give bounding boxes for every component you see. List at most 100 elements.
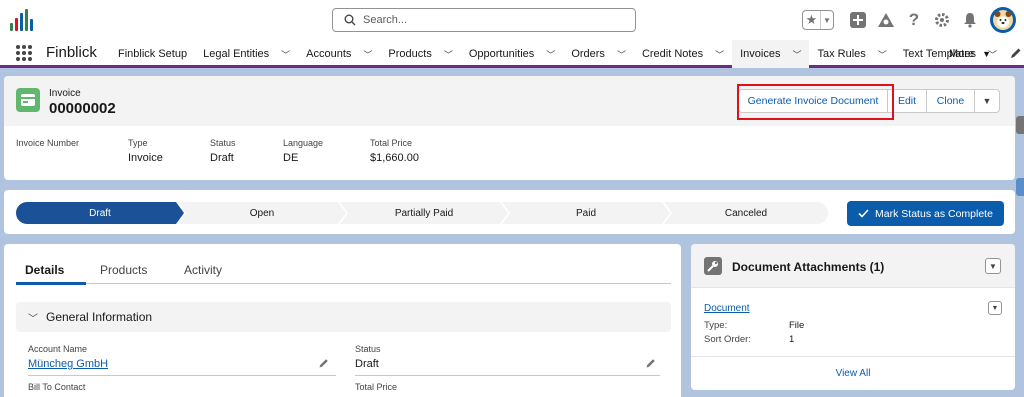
attachment-sort-row: Sort Order: 1 bbox=[704, 334, 794, 345]
account-name-link[interactable]: Müncheg GmbH bbox=[28, 358, 108, 370]
nav-item-finblick-setup[interactable]: Finblick Setup bbox=[110, 40, 195, 68]
card-header: Document Attachments (1) ▼ bbox=[691, 244, 1015, 288]
caret-down-icon: ▼ bbox=[989, 261, 997, 271]
nav-more-menu[interactable]: More ▼ bbox=[949, 40, 991, 68]
nav-item-invoices[interactable]: Invoices ﹀ bbox=[732, 40, 810, 68]
view-all-link[interactable]: View All bbox=[691, 356, 1015, 390]
divider bbox=[28, 375, 336, 376]
pencil-icon[interactable] bbox=[1010, 47, 1022, 59]
field-account-name: Account Name Müncheg GmbH bbox=[28, 344, 108, 370]
caret-down-icon: ▼ bbox=[982, 49, 991, 59]
nav-item-label: Invoices bbox=[740, 48, 781, 60]
chevron-down-icon[interactable]: ﹀ bbox=[444, 48, 453, 61]
tab-details[interactable]: Details bbox=[25, 263, 64, 277]
highlight-box bbox=[737, 84, 894, 120]
record-title: 00000002 bbox=[49, 100, 116, 117]
more-actions-button[interactable]: ▼ bbox=[974, 89, 1000, 113]
field-bill-to-contact: Bill To Contact bbox=[28, 382, 85, 392]
tab-products[interactable]: Products bbox=[100, 263, 147, 277]
active-tab-indicator bbox=[16, 282, 86, 285]
search-icon bbox=[344, 14, 356, 26]
path-step-label: Paid bbox=[575, 207, 596, 219]
avatar[interactable] bbox=[990, 7, 1016, 33]
utility-tab[interactable] bbox=[1016, 178, 1024, 196]
attachment-link[interactable]: Document bbox=[704, 303, 750, 314]
nav-item-legal-entities[interactable]: Legal Entities ﹀ bbox=[195, 40, 298, 68]
utility-tab[interactable] bbox=[1016, 116, 1024, 134]
help-icon[interactable]: ? bbox=[902, 8, 926, 32]
caret-down-icon: ▼ bbox=[991, 304, 999, 312]
nav-more-label: More bbox=[949, 48, 975, 60]
highlight-invoice-number: Invoice Number bbox=[16, 138, 79, 152]
section-title: General Information bbox=[46, 310, 153, 324]
path-step-label: Draft bbox=[89, 207, 111, 219]
caret-down-icon: ▼ bbox=[982, 96, 992, 106]
field-label: Type: bbox=[704, 320, 728, 331]
clone-button[interactable]: Clone bbox=[926, 89, 975, 113]
record-title-bar: Invoice 00000002 Generate Invoice Docume… bbox=[4, 76, 1015, 126]
gear-icon[interactable] bbox=[930, 8, 954, 32]
chevron-down-icon[interactable]: ﹀ bbox=[546, 48, 555, 61]
attachment-row-menu[interactable]: ▼ bbox=[988, 301, 1002, 315]
path-step-partially-paid[interactable]: Partially Paid bbox=[340, 202, 508, 224]
favorites-button[interactable]: ★ ▼ bbox=[802, 10, 834, 30]
nav-item-opportunities[interactable]: Opportunities ﹀ bbox=[461, 40, 563, 68]
mark-status-complete-button[interactable]: Mark Status as Complete bbox=[847, 201, 1004, 226]
field-value: Draft bbox=[210, 152, 234, 164]
global-header: Search... ★ ▼ ? bbox=[0, 0, 1024, 40]
pencil-icon[interactable] bbox=[319, 358, 329, 368]
chevron-down-icon[interactable]: ﹀ bbox=[878, 48, 887, 61]
field-value: $1,660.00 bbox=[370, 152, 419, 164]
path-step-canceled[interactable]: Canceled bbox=[664, 202, 828, 224]
card-menu-button[interactable]: ▼ bbox=[985, 258, 1001, 274]
chevron-down-icon[interactable]: ﹀ bbox=[715, 48, 724, 61]
nav-item-label: Credit Notes bbox=[641, 48, 704, 60]
field-label: Account Name bbox=[28, 344, 88, 354]
section-general-information[interactable]: ﹀ General Information bbox=[16, 302, 671, 332]
nav-item-label: Tax Rules bbox=[817, 48, 866, 60]
nav-item-orders[interactable]: Orders ﹀ bbox=[563, 40, 634, 68]
field-label: Type bbox=[128, 138, 148, 148]
app-logo-icon[interactable] bbox=[10, 9, 33, 31]
field-label: Bill To Contact bbox=[28, 382, 86, 392]
pencil-icon[interactable] bbox=[646, 358, 656, 368]
chevron-down-icon[interactable]: ﹀ bbox=[792, 48, 801, 61]
app-nav-bar: Finblick Finblick Setup Legal Entities ﹀ … bbox=[0, 40, 1024, 68]
trailhead-icon[interactable] bbox=[874, 8, 898, 32]
nav-item-label: Accounts bbox=[306, 48, 352, 60]
tab-activity[interactable]: Activity bbox=[184, 263, 222, 277]
path-step-label: Partially Paid bbox=[394, 207, 454, 219]
details-panel: Details Products Activity ﹀ General Info… bbox=[4, 244, 681, 397]
add-icon[interactable] bbox=[846, 8, 870, 32]
chevron-down-icon[interactable]: ﹀ bbox=[363, 48, 372, 61]
field-label: Language bbox=[283, 138, 324, 148]
field-label: Total Price bbox=[370, 138, 413, 148]
nav-item-credit-notes[interactable]: Credit Notes ﹀ bbox=[634, 40, 732, 68]
nav-item-label: Finblick Setup bbox=[118, 48, 188, 60]
path-step-open[interactable]: Open bbox=[178, 202, 346, 224]
nav-item-label: Orders bbox=[571, 48, 605, 60]
highlight-total-price: Total Price $1,660.00 bbox=[370, 138, 419, 164]
highlight-status: Status Draft bbox=[210, 138, 236, 164]
bell-icon[interactable] bbox=[958, 8, 982, 32]
chevron-down-icon[interactable]: ▼ bbox=[821, 16, 833, 25]
star-icon: ★ bbox=[803, 11, 821, 29]
nav-item-label: Products bbox=[388, 48, 432, 60]
path-step-draft[interactable]: Draft bbox=[16, 202, 184, 224]
chevron-down-icon[interactable]: ﹀ bbox=[281, 48, 290, 61]
path-step-label: Canceled bbox=[724, 207, 768, 219]
global-search-input[interactable]: Search... bbox=[332, 8, 636, 32]
search-placeholder: Search... bbox=[363, 14, 408, 26]
nav-item-accounts[interactable]: Accounts ﹀ bbox=[298, 40, 380, 68]
field-value: File bbox=[789, 320, 805, 331]
record-object-label: Invoice bbox=[49, 88, 81, 99]
nav-item-products[interactable]: Products ﹀ bbox=[380, 40, 460, 68]
path-steps: Draft Open Partially Paid Paid Canceled bbox=[16, 202, 828, 224]
wrench-icon bbox=[704, 257, 722, 275]
chevron-down-icon[interactable]: ﹀ bbox=[617, 48, 626, 61]
check-icon bbox=[858, 209, 869, 218]
field-label: Invoice Number bbox=[16, 138, 80, 148]
path-step-paid[interactable]: Paid bbox=[502, 202, 670, 224]
nav-item-tax-rules[interactable]: Tax Rules ﹀ bbox=[809, 40, 894, 68]
app-launcher-icon[interactable] bbox=[15, 44, 33, 62]
